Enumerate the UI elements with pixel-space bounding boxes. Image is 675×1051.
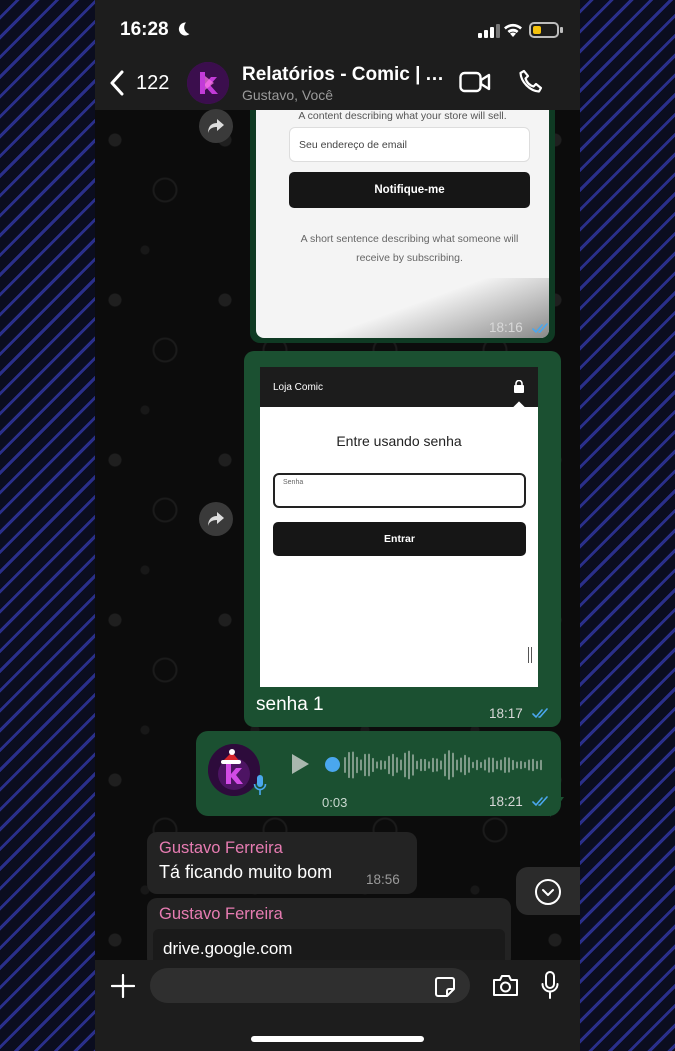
notify-button: Notifique-me bbox=[289, 172, 530, 208]
incoming-message[interactable]: Gustavo Ferreira Tá ficando muito bom 18… bbox=[147, 832, 417, 894]
signal-icon bbox=[478, 24, 500, 38]
phone-call-icon[interactable] bbox=[518, 69, 543, 94]
email-field: Seu endereço de email bbox=[289, 127, 530, 162]
read-ticks-icon bbox=[532, 708, 548, 719]
image-message[interactable]: Loja Comic Entre usando senha Senha Entr… bbox=[244, 351, 561, 727]
store-name: Loja Comic bbox=[273, 382, 324, 393]
message-time: 18:17 bbox=[489, 706, 523, 721]
enter-button: Entrar bbox=[273, 522, 526, 556]
lock-icon bbox=[514, 380, 524, 393]
home-indicator bbox=[251, 1036, 424, 1042]
mic-icon bbox=[253, 775, 267, 795]
playback-position[interactable] bbox=[325, 757, 340, 772]
login-heading: Entre usando senha bbox=[336, 433, 462, 449]
message-time: 18:16 bbox=[489, 320, 523, 335]
chat-title[interactable]: Relatórios - Comic | A... bbox=[242, 64, 452, 86]
store-topbar: Loja Comic bbox=[260, 367, 538, 407]
screenshot-image: A content describing what your store wil… bbox=[256, 110, 549, 338]
wifi-icon bbox=[504, 23, 522, 37]
battery-icon bbox=[529, 22, 563, 38]
scroll-handle bbox=[528, 647, 532, 663]
forward-icon bbox=[208, 512, 224, 526]
screenshot-image: Loja Comic Entre usando senha Senha Entr… bbox=[260, 367, 538, 687]
sticker-icon[interactable] bbox=[434, 976, 456, 998]
scroll-to-bottom-button[interactable] bbox=[516, 867, 580, 915]
plus-icon[interactable] bbox=[111, 974, 135, 998]
chevron-down-icon bbox=[535, 879, 561, 905]
chat-participants[interactable]: Gustavo, Você bbox=[242, 87, 333, 103]
message-input[interactable] bbox=[150, 968, 470, 1003]
clock: 16:28 bbox=[120, 19, 169, 40]
mic-icon[interactable] bbox=[541, 971, 559, 999]
forward-icon bbox=[208, 119, 224, 133]
sender-name: Gustavo Ferreira bbox=[159, 839, 283, 857]
image-message[interactable]: A content describing what your store wil… bbox=[250, 110, 555, 343]
waveform[interactable] bbox=[344, 747, 544, 783]
moon-icon bbox=[178, 22, 190, 36]
read-ticks-icon bbox=[532, 796, 548, 807]
camera-icon[interactable] bbox=[492, 974, 519, 997]
phone-screen: 16:28 122 Relatórios - Comic | A... Gust… bbox=[95, 0, 580, 1051]
play-icon[interactable] bbox=[290, 753, 310, 775]
message-text: Tá ficando muito bom bbox=[159, 862, 333, 882]
video-call-icon[interactable] bbox=[459, 71, 491, 93]
forward-button[interactable] bbox=[199, 109, 233, 143]
back-chevron-icon[interactable] bbox=[109, 70, 125, 96]
store-description: A content describing what your store wil… bbox=[298, 110, 507, 122]
incoming-message[interactable]: Gustavo Ferreira drive.google.com bbox=[147, 898, 511, 969]
group-avatar[interactable] bbox=[187, 62, 229, 104]
forward-button[interactable] bbox=[199, 502, 233, 536]
link-domain: drive.google.com bbox=[163, 939, 293, 958]
password-field: Senha bbox=[273, 473, 526, 508]
sender-name: Gustavo Ferreira bbox=[159, 905, 283, 923]
status-bar: 16:28 bbox=[95, 0, 580, 56]
unread-count[interactable]: 122 bbox=[136, 72, 169, 95]
voice-message[interactable]: 0:03 18:21 bbox=[196, 731, 561, 816]
voice-duration: 0:03 bbox=[322, 795, 348, 810]
compose-bar bbox=[95, 960, 580, 1051]
image-caption: senha 1 bbox=[256, 694, 324, 715]
message-time: 18:21 bbox=[489, 794, 523, 809]
chat-header: 122 Relatórios - Comic | A... Gustavo, V… bbox=[95, 56, 580, 110]
message-time: 18:56 bbox=[366, 872, 400, 887]
read-ticks-icon bbox=[532, 323, 548, 334]
subscribe-note: A short sentence describing what someone… bbox=[300, 233, 519, 264]
